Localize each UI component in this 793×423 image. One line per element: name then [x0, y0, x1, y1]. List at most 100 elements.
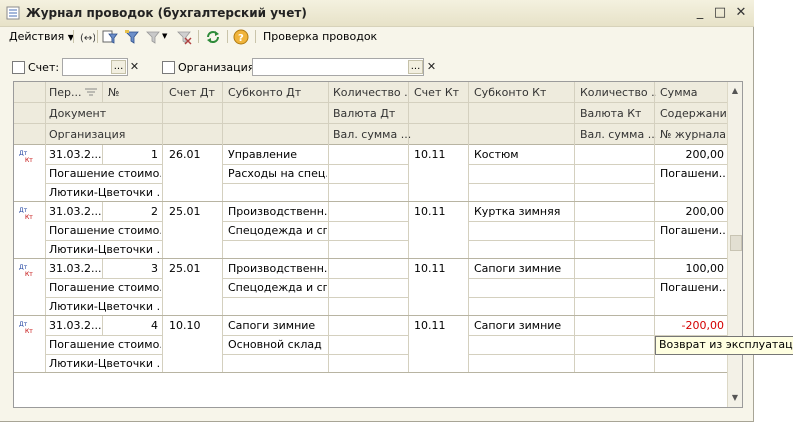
cell-document[interactable]: Погашение стоимо...	[49, 167, 161, 180]
col-number[interactable]: №	[108, 86, 119, 99]
table-row[interactable]: Дт Кт 31.03.2... 3 Погашение стоимо... Лютики…	[14, 259, 729, 316]
col-cursum-dt[interactable]: Вал. сумма ...	[333, 128, 411, 141]
col-organization[interactable]: Организация	[49, 128, 125, 141]
col-account-dt[interactable]: Счет Дт	[169, 86, 215, 99]
svg-text:Дт: Дт	[19, 207, 28, 214]
cell-content[interactable]: Погашени...	[660, 167, 726, 180]
cell-date[interactable]: 31.03.2...	[49, 205, 101, 218]
cell-account-kt[interactable]: 10.11	[414, 205, 466, 218]
filter-history-dropdown-icon[interactable]: ▼	[162, 27, 167, 46]
table-row[interactable]: Дт Кт 31.03.2... 4 Погашение стоимо... Лютики…	[14, 316, 729, 373]
cell-document[interactable]: Погашение стоимо...	[49, 224, 161, 237]
cell-number[interactable]: 2	[104, 205, 158, 218]
col-journal-no[interactable]: № журнала	[660, 128, 726, 141]
scroll-up-arrow-icon[interactable]: ▲	[730, 86, 740, 96]
organization-select-button[interactable]: ...	[408, 60, 423, 74]
cell-number[interactable]: 4	[104, 319, 158, 332]
col-currency-kt[interactable]: Валюта Кт	[580, 107, 641, 120]
scroll-thumb[interactable]	[730, 235, 742, 251]
organization-checkbox[interactable]	[162, 61, 175, 74]
col-subconto-dt[interactable]: Субконто Дт	[228, 86, 301, 99]
cell-organization[interactable]: Лютики-Цветочки ...	[49, 186, 161, 199]
cell-subconto-dt-1[interactable]: Сапоги зимние	[228, 319, 327, 332]
cell-subconto-dt-2[interactable]: Спецодежда и сп...	[228, 224, 327, 237]
cell-organization[interactable]: Лютики-Цветочки ...	[49, 243, 161, 256]
close-button[interactable]: ✕	[733, 5, 749, 21]
journal-icon	[6, 6, 20, 20]
cell-content[interactable]: Погашени...	[660, 224, 726, 237]
toolbar-separator	[97, 30, 98, 43]
cell-organization[interactable]: Лютики-Цветочки ...	[49, 300, 161, 313]
cell-document[interactable]: Погашение стоимо...	[49, 338, 161, 351]
refresh-icon[interactable]	[205, 29, 221, 45]
cell-document[interactable]: Погашение стоимо...	[49, 281, 161, 294]
cell-subconto-kt-1[interactable]: Сапоги зимние	[474, 262, 573, 275]
table-row[interactable]: Дт Кт 31.03.2... 1 Погашение стоимо... Лютики…	[14, 145, 729, 202]
cell-subconto-dt-2[interactable]: Спецодежда и сп...	[228, 281, 327, 294]
account-clear-button[interactable]: ✕	[128, 60, 141, 74]
clear-filter-icon[interactable]	[176, 29, 192, 45]
cell-sum[interactable]: 200,00	[656, 148, 725, 161]
check-entries-button[interactable]: Проверка проводок	[263, 27, 377, 46]
account-checkbox[interactable]	[12, 61, 25, 74]
col-account-kt[interactable]: Счет Кт	[414, 86, 459, 99]
col-content[interactable]: Содержание	[660, 107, 734, 120]
account-select-button[interactable]: ...	[111, 60, 126, 74]
entries-table[interactable]: Пер... № Документ Организация Счет Дт Су…	[13, 81, 743, 408]
cell-subconto-dt-1[interactable]: Управление	[228, 148, 327, 161]
cell-account-kt[interactable]: 10.11	[414, 148, 466, 161]
filter-settings-icon[interactable]	[102, 29, 118, 45]
col-qty-dt[interactable]: Количество ...	[333, 86, 407, 99]
svg-text:Кт: Кт	[25, 328, 33, 335]
cell-subconto-dt-2[interactable]: Основной склад	[228, 338, 327, 351]
cell-content[interactable]: Погашени...	[660, 281, 726, 294]
toolbar-separator	[227, 30, 228, 43]
table-row[interactable]: Дт Кт 31.03.2... 2 Погашение стоимо... Лютики…	[14, 202, 729, 259]
help-icon[interactable]: ?	[233, 29, 249, 45]
col-period[interactable]: Пер...	[49, 86, 82, 99]
svg-text:?: ?	[238, 33, 244, 44]
toolbar-separator	[73, 30, 74, 43]
cell-subconto-dt-1[interactable]: Производственн...	[228, 205, 327, 218]
cell-account-dt[interactable]: 10.10	[169, 319, 221, 332]
organization-clear-button[interactable]: ✕	[425, 60, 438, 74]
cell-subconto-kt-1[interactable]: Сапоги зимние	[474, 319, 573, 332]
col-sum[interactable]: Сумма	[660, 86, 698, 99]
cell-subconto-dt-2[interactable]: Расходы на спец...	[228, 167, 327, 180]
cell-date[interactable]: 31.03.2...	[49, 262, 101, 275]
vertical-scrollbar[interactable]: ▲ ▼	[727, 82, 742, 407]
col-qty-kt[interactable]: Количество ...	[580, 86, 656, 99]
cell-date[interactable]: 31.03.2...	[49, 319, 101, 332]
cell-account-dt[interactable]: 25.01	[169, 262, 221, 275]
cell-organization[interactable]: Лютики-Цветочки ...	[49, 357, 161, 370]
organization-input[interactable]	[252, 58, 424, 76]
cell-sum[interactable]: 200,00	[656, 205, 725, 218]
col-subconto-kt[interactable]: Субконто Кт	[474, 86, 546, 99]
actions-menu-button[interactable]: Действия ▼	[9, 27, 74, 46]
svg-text:Кт: Кт	[25, 271, 33, 278]
cell-account-kt[interactable]: 10.11	[414, 319, 466, 332]
interval-icon[interactable]: (↔)	[79, 29, 95, 45]
filter-by-value-icon[interactable]	[124, 29, 140, 45]
cell-subconto-kt-1[interactable]: Костюм	[474, 148, 573, 161]
cell-date[interactable]: 31.03.2...	[49, 148, 101, 161]
cell-subconto-dt-1[interactable]: Производственн...	[228, 262, 327, 275]
cell-account-dt[interactable]: 25.01	[169, 205, 221, 218]
filter-history-icon[interactable]	[145, 29, 161, 45]
cell-sum[interactable]: 100,00	[656, 262, 725, 275]
maximize-button[interactable]: □	[712, 5, 728, 21]
minimize-button[interactable]: _	[692, 5, 708, 21]
cell-account-kt[interactable]: 10.11	[414, 262, 466, 275]
cell-subconto-kt-1[interactable]: Куртка зимняя	[474, 205, 573, 218]
cell-account-dt[interactable]: 26.01	[169, 148, 221, 161]
cell-sum[interactable]: -200,00	[656, 319, 724, 332]
svg-text:Кт: Кт	[25, 157, 33, 164]
scroll-down-arrow-icon[interactable]: ▼	[730, 393, 740, 403]
cell-number[interactable]: 1	[104, 148, 158, 161]
col-document[interactable]: Документ	[49, 107, 106, 120]
cell-number[interactable]: 3	[104, 262, 158, 275]
toolbar-separator	[255, 30, 256, 43]
col-cursum-kt[interactable]: Вал. сумма ...	[580, 128, 656, 141]
col-currency-dt[interactable]: Валюта Дт	[333, 107, 395, 120]
table-header: Пер... № Документ Организация Счет Дт Су…	[14, 82, 734, 145]
